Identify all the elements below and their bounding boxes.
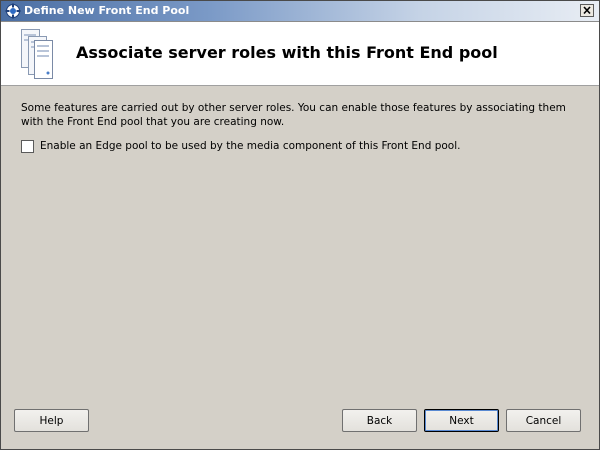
window-title: Define New Front End Pool: [24, 4, 190, 17]
app-icon: [5, 3, 21, 19]
close-button[interactable]: [580, 4, 594, 17]
content-area: Some features are carried out by other s…: [21, 101, 581, 129]
title-bar[interactable]: Define New Front End Pool: [1, 1, 599, 22]
back-button[interactable]: Back: [342, 409, 417, 432]
page-title: Associate server roles with this Front E…: [76, 43, 498, 62]
server-stack-icon: [20, 28, 54, 80]
header-panel: Associate server roles with this Front E…: [1, 22, 599, 86]
help-button[interactable]: Help: [14, 409, 89, 432]
edge-pool-checkbox[interactable]: [21, 140, 34, 153]
wizard-window: Define New Front End Pool Associate serv…: [0, 0, 600, 450]
next-button[interactable]: Next: [424, 409, 499, 432]
edge-pool-checkbox-label[interactable]: Enable an Edge pool to be used by the me…: [40, 140, 460, 153]
cancel-button[interactable]: Cancel: [506, 409, 581, 432]
description-text: Some features are carried out by other s…: [21, 102, 566, 128]
